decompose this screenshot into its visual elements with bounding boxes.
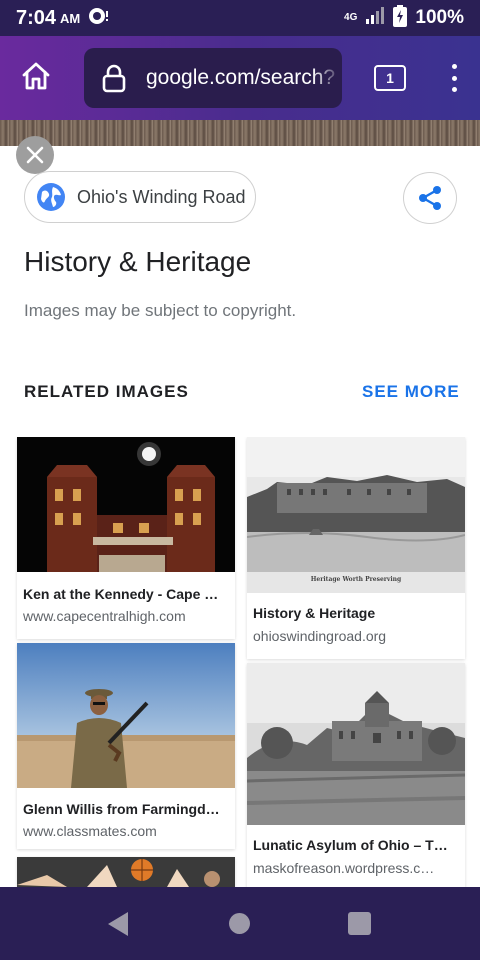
related-image-title: Glenn Willis from Farmingd… (23, 801, 220, 817)
related-image-title: History & Heritage (253, 605, 376, 621)
related-image-thumbnail (17, 857, 235, 887)
network-type: 4G (344, 12, 358, 23)
menu-dot-icon (451, 75, 457, 81)
page-title: History & Heritage (24, 246, 252, 277)
url-bar[interactable]: google.com/search? (84, 48, 342, 108)
related-image-card[interactable]: Ken at the Kennedy - Cape … www.capecent… (17, 437, 235, 639)
related-image-title: Lunatic Asylum of Ohio – T… (253, 837, 448, 853)
related-image-thumbnail: Heritage Worth Preserving (246, 437, 466, 593)
related-image-thumbnail (246, 663, 466, 825)
source-chip[interactable]: Ohio's Winding Road (24, 171, 256, 223)
tab-switcher-button[interactable]: 1 (374, 65, 406, 91)
related-images-grid: Ken at the Kennedy - Cape … www.capecent… (0, 437, 480, 887)
status-right: 4G 100% (344, 4, 464, 32)
related-images-heading: RELATED IMAGES (24, 382, 189, 401)
globe-icon (37, 183, 65, 211)
copyright-notice: Images may be subject to copyright. (24, 301, 297, 320)
share-button[interactable] (403, 172, 457, 224)
close-button[interactable] (16, 136, 54, 174)
back-button[interactable] (106, 911, 130, 942)
share-icon (419, 186, 441, 210)
menu-dot-icon (451, 87, 457, 92)
related-image-source: www.classmates.com (23, 823, 157, 839)
related-image-thumbnail (17, 643, 235, 788)
back-icon (108, 912, 128, 936)
thumbnail-caption: Heritage Worth Preserving (310, 576, 402, 583)
battery-icon (393, 4, 408, 32)
related-image-thumbnail (17, 437, 235, 572)
battery-percent: 100% (415, 7, 464, 28)
source-name: Ohio's Winding Road (77, 186, 246, 207)
status-bar: 7:04 AM 4G 100% (0, 0, 480, 36)
hero-image[interactable] (0, 120, 480, 146)
url-text: google.com/search? (146, 66, 336, 89)
related-image-card[interactable]: Heritage Worth Preserving History & Heri… (246, 437, 466, 659)
related-image-source: maskofreason.wordpress.c… (253, 860, 435, 876)
close-icon (26, 146, 44, 164)
recent-apps-button[interactable] (348, 912, 371, 935)
related-image-card[interactable] (17, 857, 235, 887)
home-icon (22, 62, 50, 90)
see-more-link[interactable]: SEE MORE (362, 382, 460, 402)
related-image-title: Ken at the Kennedy - Cape … (23, 586, 219, 602)
related-image-card[interactable]: Lunatic Asylum of Ohio – T… maskofreason… (246, 663, 466, 887)
related-image-card[interactable]: Glenn Willis from Farmingd… www.classmat… (17, 643, 235, 849)
menu-dot-icon (451, 64, 457, 69)
browser-toolbar: google.com/search? 1 (0, 36, 480, 120)
home-nav-button[interactable] (229, 913, 250, 934)
status-time: 7:04 (16, 6, 57, 29)
related-image-source: www.capecentralhigh.com (23, 608, 186, 624)
status-ampm: AM (60, 10, 81, 26)
system-nav-bar (0, 887, 480, 960)
lock-icon (100, 62, 128, 94)
related-image-source: ohioswindingroad.org (253, 628, 387, 644)
notification-icon (88, 7, 110, 30)
overflow-menu-button[interactable] (446, 60, 462, 96)
signal-icon (365, 6, 385, 30)
home-button[interactable] (18, 58, 54, 94)
